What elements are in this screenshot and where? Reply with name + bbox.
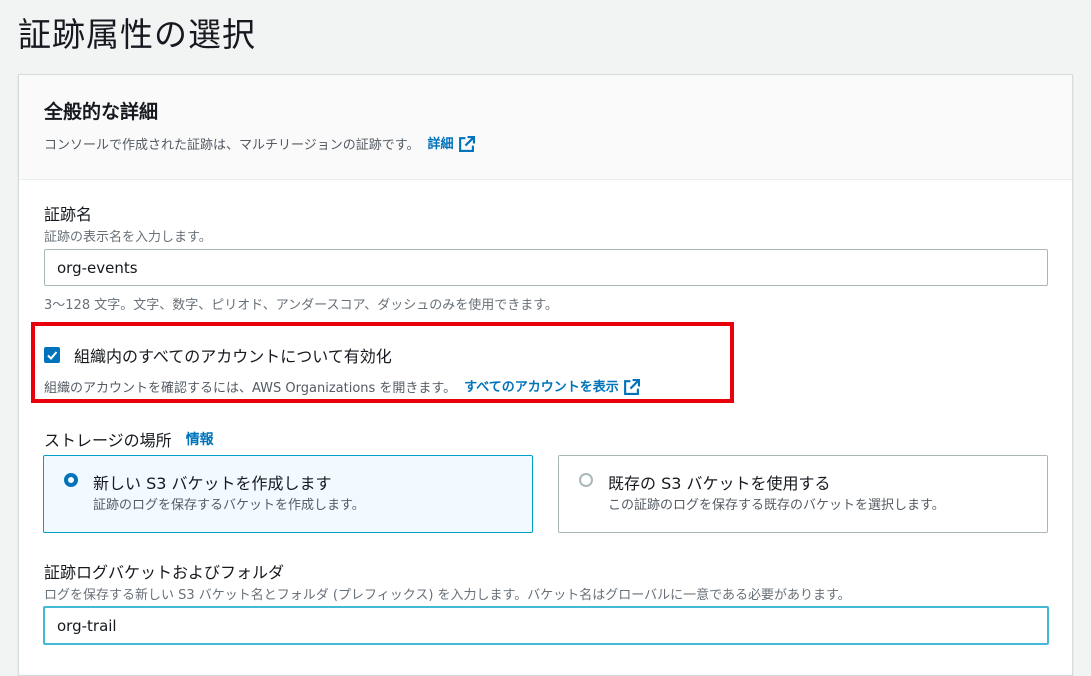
existing-bucket-title: 既存の S3 バケットを使用する [608,474,831,493]
storage-location-label: ストレージの場所 情報 [44,427,214,451]
organization-description: 組織のアカウントを確認するには、AWS Organizations を開きます。… [44,376,641,396]
external-link-icon [459,136,475,152]
storage-info-link[interactable]: 情報 [186,429,214,449]
trail-name-description: 証跡の表示名を入力します。 [44,230,212,245]
checkmark-icon [47,351,58,360]
organization-description-text: 組織のアカウントを確認するには、AWS Organizations を開きます。 [44,380,457,396]
trail-name-value: org-events [57,258,138,277]
existing-bucket-radio[interactable] [579,473,593,487]
storage-location-text: ストレージの場所 [44,431,172,450]
organization-checkbox-label: 組織内のすべてのアカウントについて有効化 [74,347,392,366]
new-bucket-title: 新しい S3 バケットを作成します [93,474,332,493]
general-details-description: コンソールで作成された証跡は、マルチリージョンの証跡です。 詳細 [44,133,475,153]
trail-name-label: 証跡名 [44,205,93,224]
organization-checkbox[interactable] [44,347,60,363]
page-title: 証跡属性の選択 [18,15,256,54]
view-all-accounts-link[interactable]: すべてのアカウントを表示 [464,376,641,396]
trail-name-input[interactable]: org-events [44,249,1048,286]
learn-more-link[interactable]: 詳細 [427,133,475,153]
bucket-folder-label: 証跡ログバケットおよびフォルダ [44,563,285,582]
bucket-folder-input[interactable]: org-trail [43,606,1049,645]
existing-bucket-tile[interactable]: 既存の S3 バケットを使用する この証跡のログを保存する既存のバケットを選択し… [558,455,1048,533]
view-all-accounts-label: すべてのアカウントを表示 [464,380,619,395]
new-bucket-radio[interactable] [64,473,78,487]
general-details-header: 全般的な詳細 コンソールで作成された証跡は、マルチリージョンの証跡です。 詳細 [19,75,1072,180]
external-link-icon [624,379,641,395]
existing-bucket-description: この証跡のログを保存する既存のバケットを選択します。 [608,498,945,513]
new-bucket-description: 証跡のログを保存するバケットを作成します。 [93,498,365,513]
general-details-title: 全般的な詳細 [44,101,159,123]
bucket-folder-value: org-trail [57,616,117,635]
organization-checkbox-row[interactable]: 組織内のすべてのアカウントについて有効化 [44,343,392,367]
general-details-text: コンソールで作成された証跡は、マルチリージョンの証跡です。 [44,137,420,153]
bucket-folder-description: ログを保存する新しい S3 バケット名とフォルダ (プレフィックス) を入力しま… [44,588,851,603]
learn-more-label: 詳細 [427,137,454,152]
trail-name-constraint: 3～128 文字。文字、数字、ピリオド、アンダースコア、ダッシュのみを使用できま… [44,298,558,313]
trail-attributes-panel: 全般的な詳細 コンソールで作成された証跡は、マルチリージョンの証跡です。 詳細 … [18,74,1073,676]
new-bucket-tile[interactable]: 新しい S3 バケットを作成します 証跡のログを保存するバケットを作成します。 [43,455,533,533]
